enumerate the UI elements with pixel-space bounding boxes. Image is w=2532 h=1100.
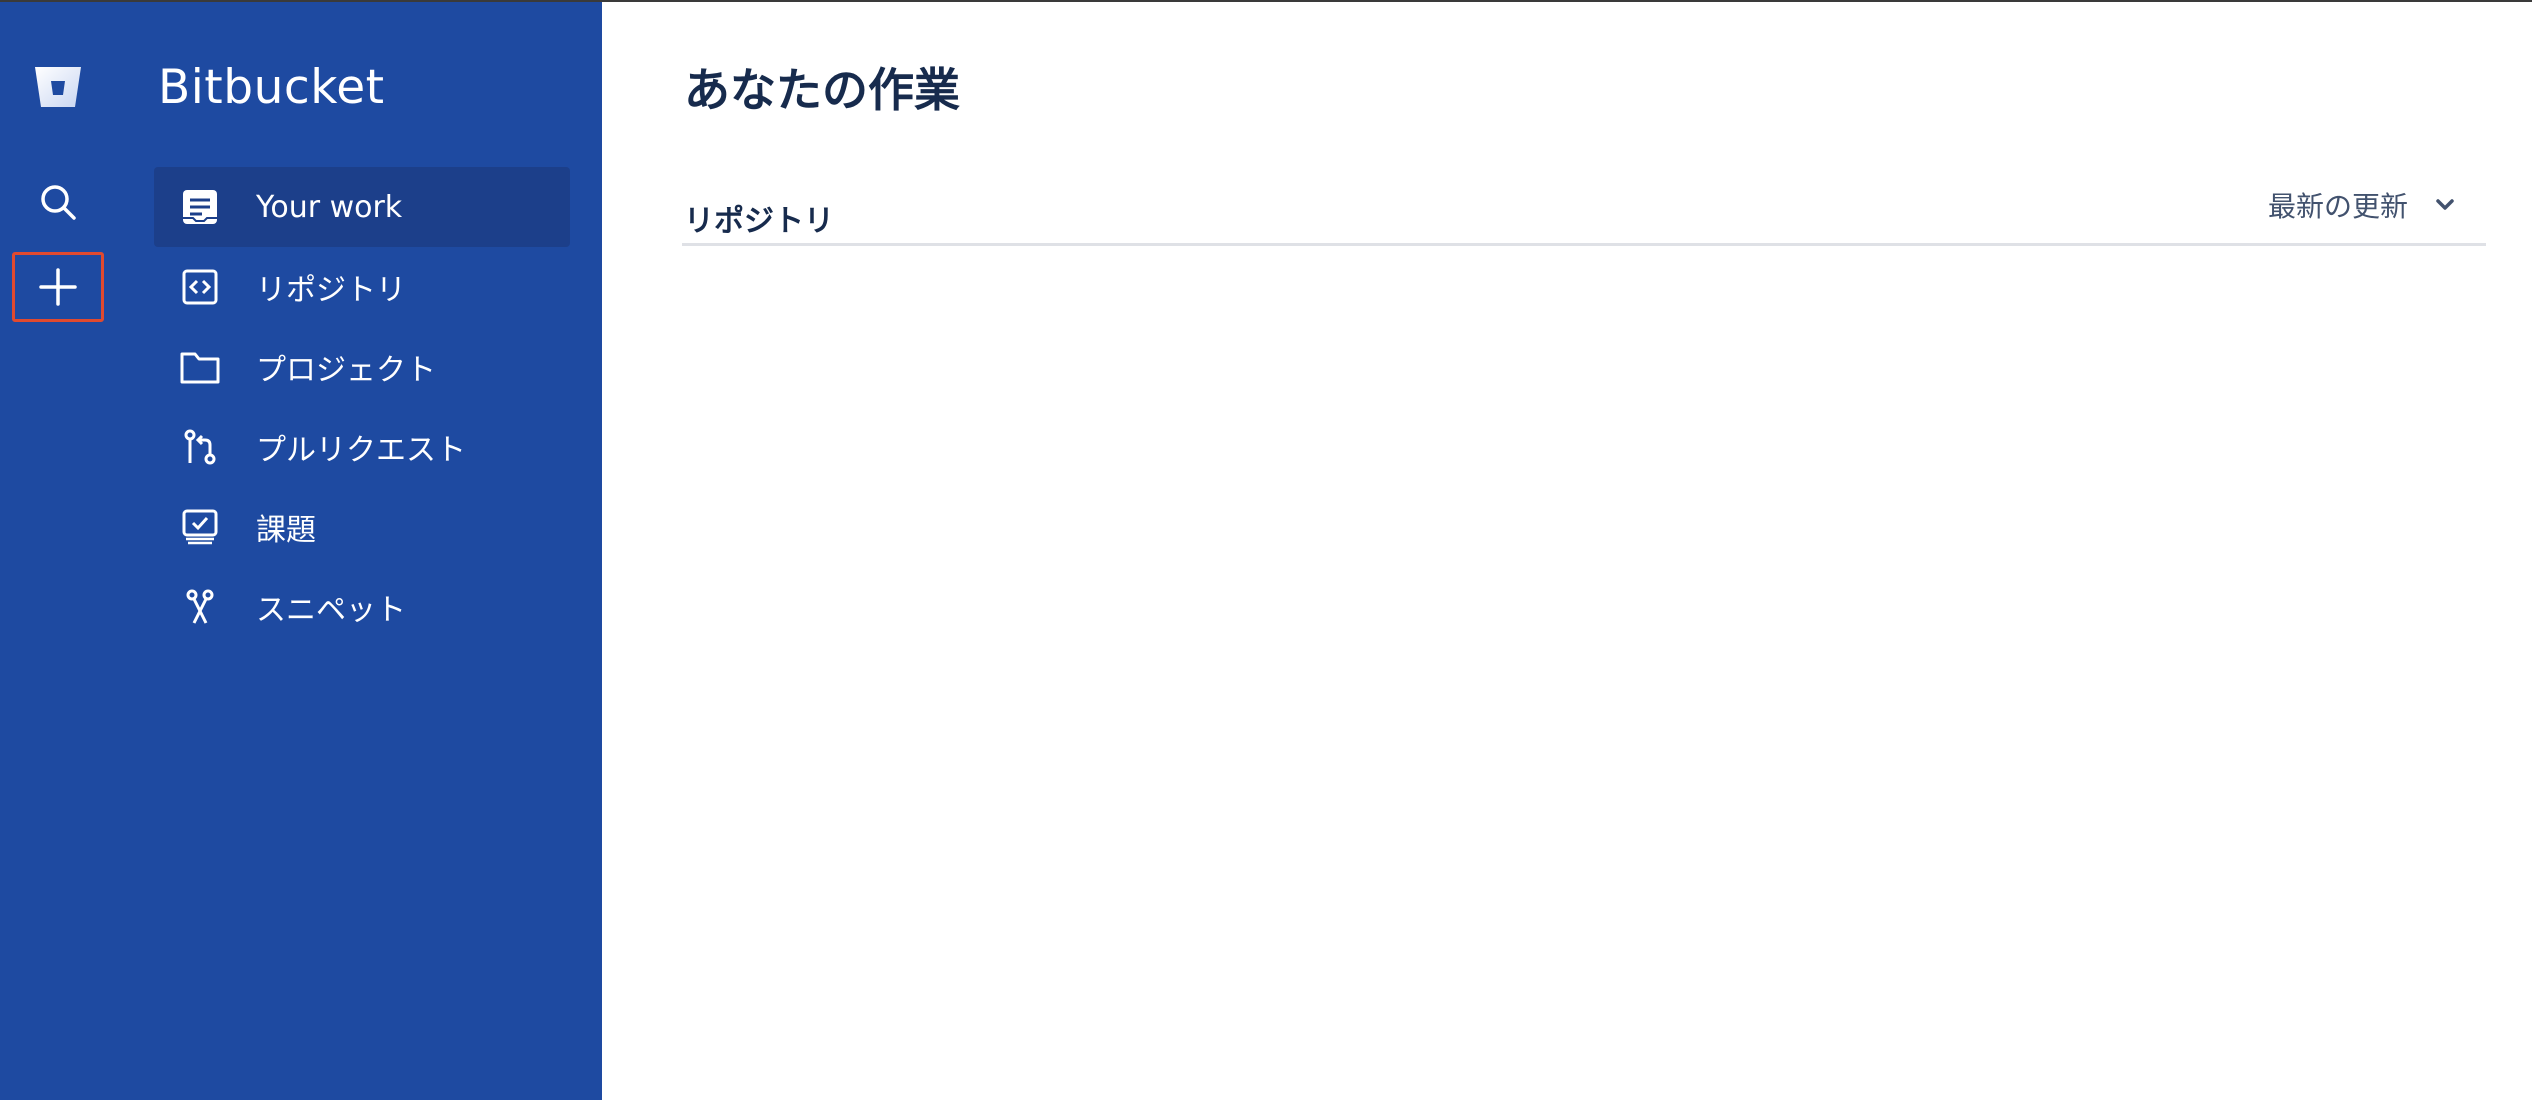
- sidebar-item-repositories[interactable]: リポジトリ: [154, 247, 570, 327]
- global-search-button[interactable]: [12, 167, 104, 237]
- sidebar-item-label: スニペット: [256, 593, 406, 628]
- sidebar-item-label: リポジトリ: [256, 273, 406, 308]
- sidebar-item-projects[interactable]: プロジェクト: [154, 327, 570, 407]
- your-work-icon: [176, 183, 224, 231]
- product-nav: Your work リポジトリ プロジェクト プルリクエスト 課題 スニペット: [154, 167, 570, 647]
- sort-dropdown-label: 最新の更新: [2267, 190, 2408, 223]
- folder-icon: [176, 343, 224, 391]
- section-title: リポジトリ: [684, 204, 834, 239]
- bitbucket-logo-button[interactable]: [12, 52, 104, 122]
- app-window: Bitbucket Your work リポジトリ プロジェクト プルリクエスト…: [0, 0, 2532, 1100]
- sidebar-item-label: プルリクエスト: [256, 433, 466, 468]
- sort-dropdown[interactable]: 最新の更新: [2268, 182, 2456, 228]
- plus-icon: [39, 268, 77, 306]
- product-title: Bitbucket: [158, 60, 385, 115]
- sidebar: Bitbucket Your work リポジトリ プロジェクト プルリクエスト…: [0, 2, 602, 1100]
- page-title: あなたの作業: [684, 63, 960, 117]
- search-icon: [41, 185, 76, 220]
- sidebar-item-your-work[interactable]: Your work: [154, 167, 570, 247]
- repository-icon: [176, 263, 224, 311]
- main-content: あなたの作業 リポジトリ 最新の更新: [602, 2, 2532, 1100]
- sidebar-item-snippets[interactable]: スニペット: [154, 567, 570, 647]
- snippet-icon: [176, 583, 224, 631]
- create-button[interactable]: [12, 252, 104, 322]
- pull-request-icon: [176, 423, 224, 471]
- sidebar-item-label: プロジェクト: [256, 353, 436, 388]
- sidebar-item-label: 課題: [256, 513, 316, 548]
- sidebar-item-issues[interactable]: 課題: [154, 487, 570, 567]
- sidebar-item-label: Your work: [256, 189, 403, 225]
- issues-icon: [176, 503, 224, 551]
- global-nav: [0, 2, 116, 1100]
- sidebar-item-pull-requests[interactable]: プルリクエスト: [154, 407, 570, 487]
- chevron-down-icon: [2434, 197, 2456, 213]
- repositories-section-header: リポジトリ 最新の更新: [682, 162, 2486, 246]
- bitbucket-logo-icon: [35, 67, 81, 107]
